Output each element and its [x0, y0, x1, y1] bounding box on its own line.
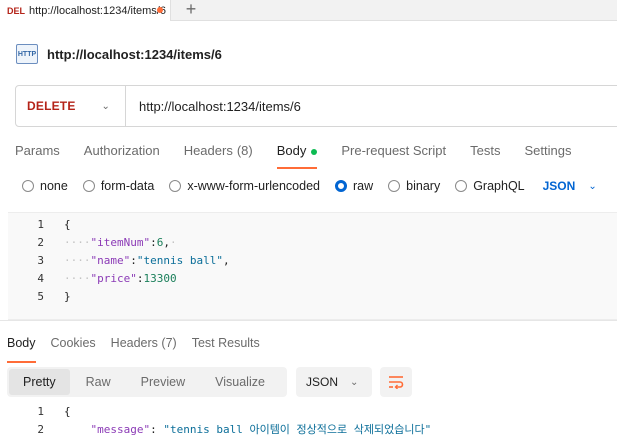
- radio-binary[interactable]: binary: [388, 179, 440, 193]
- response-headers-label: Headers: [110, 336, 158, 350]
- chevron-down-icon: ⌄: [588, 180, 597, 192]
- radio-urlencoded-label: x-www-form-urlencoded: [187, 179, 320, 193]
- radio-circle-icon: [169, 180, 182, 192]
- request-tabs: Params Authorization Headers (8) Body Pre…: [15, 143, 595, 169]
- radio-circle-icon: [388, 180, 401, 192]
- code-text: }: [64, 290, 71, 303]
- body-type-options: none form-data x-www-form-urlencoded raw…: [22, 178, 597, 194]
- status-dot-icon: [311, 149, 318, 155]
- language-label: JSON: [542, 179, 576, 193]
- code-text: ····"itemNum":6,·: [64, 236, 177, 249]
- response-format-select[interactable]: JSON ⌄: [296, 367, 372, 397]
- code-text: {: [64, 218, 71, 231]
- unsaved-dot-icon: [157, 7, 163, 13]
- view-raw-button[interactable]: Raw: [72, 369, 125, 395]
- chevron-down-icon: ⌄: [350, 376, 359, 388]
- tab-authorization[interactable]: Authorization: [84, 143, 160, 167]
- line-number: 3: [37, 254, 44, 267]
- request-title[interactable]: http://localhost:1234/items/6: [47, 47, 222, 62]
- response-format-label: JSON: [306, 375, 339, 389]
- wrap-lines-button[interactable]: [380, 367, 412, 397]
- radio-circle-icon: [22, 180, 34, 192]
- tab-authorization-label: Authorization: [83, 143, 160, 158]
- response-tab-cookies[interactable]: Cookies: [51, 336, 96, 358]
- view-pretty-button[interactable]: Pretty: [9, 369, 70, 395]
- radio-binary-label: binary: [406, 179, 441, 193]
- view-visualize-button[interactable]: Visualize: [201, 369, 279, 395]
- request-header: HTTP http://localhost:1234/items/6: [16, 42, 222, 66]
- code-line: 3 ····"name":"tennis ball",: [8, 252, 230, 270]
- radio-graphql[interactable]: GraphQL: [455, 179, 525, 193]
- tab-body-label: Body: [276, 143, 307, 158]
- tab-tests-label: Tests: [470, 143, 501, 158]
- url-input[interactable]: [139, 98, 539, 114]
- code-line: 1 {: [8, 216, 71, 234]
- tab-tests[interactable]: Tests: [470, 143, 500, 167]
- tab-title: http://localhost:1234/items/6: [29, 4, 166, 17]
- radio-circle-icon: [82, 180, 95, 192]
- response-headers-count: (7): [161, 336, 177, 350]
- line-number: 1: [37, 218, 44, 231]
- code-text: "message": "tennis ball 아이템이 정상적으로 삭제되었습…: [90, 423, 432, 436]
- radio-none[interactable]: none: [22, 179, 68, 193]
- radio-graphql-label: GraphQL: [473, 179, 525, 193]
- code-line: 2 "message": "tennis ball 아이템이 정상적으로 삭제되…: [8, 421, 431, 439]
- tab-settings-label: Settings: [524, 143, 572, 158]
- response-body-editor[interactable]: 1 { 2 "message": "tennis ball 아이템이 정상적으로…: [8, 403, 617, 447]
- radio-form-data-label: form-data: [100, 179, 155, 193]
- response-tab-body[interactable]: Body: [7, 336, 36, 363]
- pane-divider[interactable]: [0, 320, 617, 321]
- code-text: {: [64, 405, 71, 418]
- code-line: 5 }: [8, 288, 71, 306]
- line-number: 5: [37, 290, 44, 303]
- line-number: 1: [37, 405, 44, 418]
- radio-raw[interactable]: raw: [335, 179, 373, 193]
- tab-params[interactable]: Params: [15, 143, 60, 167]
- line-number: 2: [37, 423, 44, 436]
- radio-urlencoded[interactable]: x-www-form-urlencoded: [169, 179, 320, 193]
- url-bar: DELETE ⌄: [15, 85, 617, 127]
- tab-headers-label: Headers: [183, 143, 233, 158]
- tab-params-label: Params: [15, 143, 60, 158]
- radio-raw-label: raw: [353, 179, 374, 193]
- method-select[interactable]: DELETE ⌄: [16, 86, 126, 126]
- code-text: ····"name":"tennis ball",: [64, 254, 230, 267]
- tab-bar: DEL http://localhost:1234/items/6 +: [0, 0, 617, 21]
- code-text: ····"price":13300: [64, 272, 177, 285]
- request-tab[interactable]: DEL http://localhost:1234/items/6: [0, 0, 171, 21]
- request-body-editor[interactable]: 1 { 2 ····"itemNum":6,· 3 ····"name":"te…: [8, 212, 617, 320]
- response-tab-headers[interactable]: Headers (7): [111, 336, 177, 358]
- method-label: DELETE: [27, 99, 76, 113]
- code-line: 2 ····"itemNum":6,·: [8, 234, 177, 252]
- response-tab-test-results[interactable]: Test Results: [192, 336, 260, 358]
- headers-count: (8): [236, 143, 253, 158]
- radio-selected-icon: [335, 180, 347, 192]
- tab-settings[interactable]: Settings: [524, 143, 571, 167]
- tab-pre-request-script[interactable]: Pre-request Script: [341, 143, 446, 167]
- view-preview-button[interactable]: Preview: [127, 369, 199, 395]
- tab-method: DEL: [7, 5, 25, 16]
- code-line: 4 ····"price":13300: [8, 270, 177, 288]
- line-number: 2: [37, 236, 44, 249]
- radio-circle-icon: [455, 180, 468, 192]
- plus-icon[interactable]: +: [180, 0, 202, 21]
- wrap-lines-icon: [389, 376, 404, 389]
- language-select[interactable]: JSON ⌄: [543, 179, 597, 193]
- view-mode-bar: Pretty Raw Preview Visualize: [7, 367, 287, 397]
- tab-body[interactable]: Body: [276, 143, 318, 169]
- response-tabs: Body Cookies Headers (7) Test Results: [7, 336, 275, 363]
- radio-form-data[interactable]: form-data: [82, 179, 155, 193]
- line-number: 4: [37, 272, 44, 285]
- tab-pre-request-label: Pre-request Script: [341, 143, 447, 158]
- chevron-down-icon: ⌄: [101, 100, 110, 112]
- radio-none-label: none: [40, 179, 68, 193]
- code-line: 1 {: [8, 403, 71, 421]
- http-icon: HTTP: [16, 44, 38, 64]
- tab-headers[interactable]: Headers (8): [184, 143, 253, 167]
